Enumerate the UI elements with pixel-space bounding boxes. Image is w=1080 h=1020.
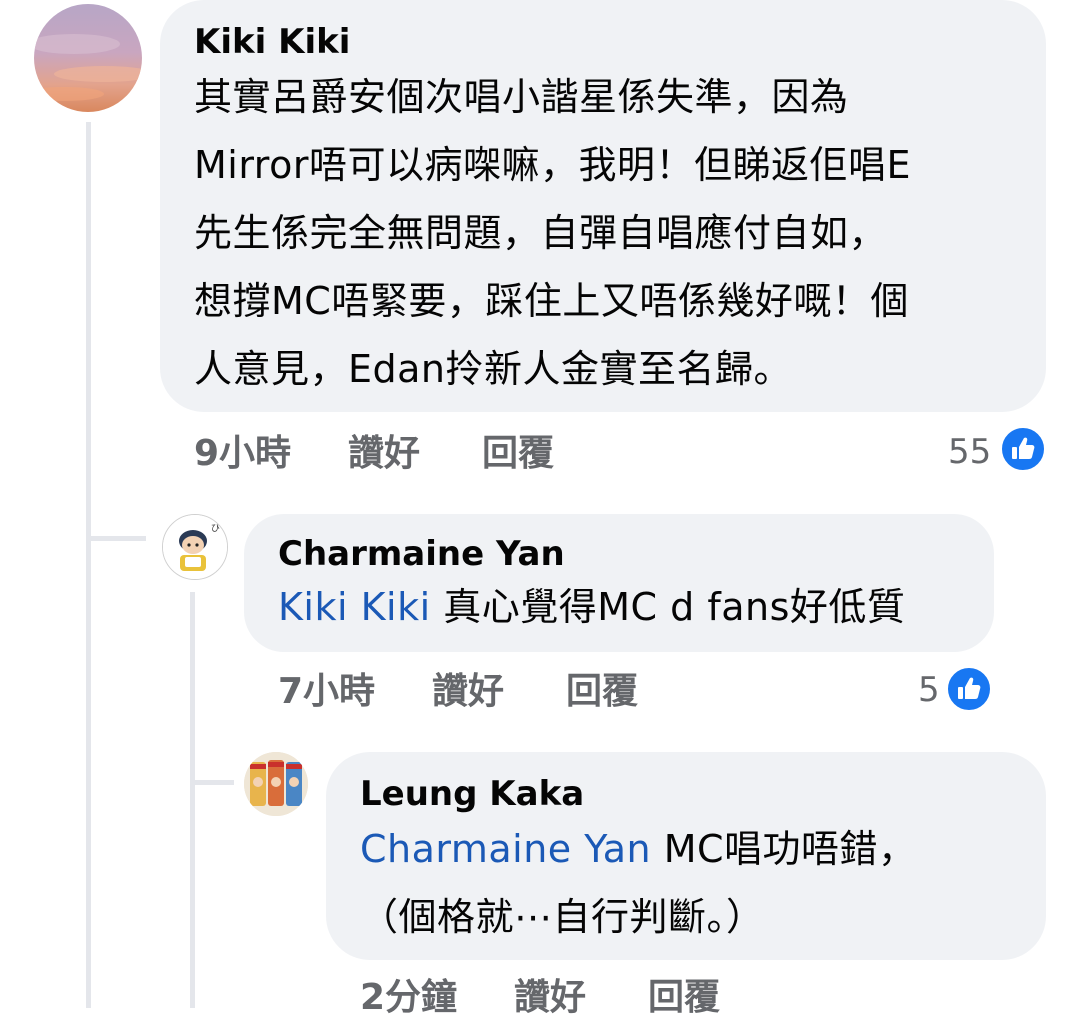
comment-author[interactable]: Leung Kaka	[360, 774, 584, 814]
comment-timestamp[interactable]: 2分鐘	[360, 976, 457, 1020]
comment-text-line: 其實呂爵安個次唱小諧星係失準，因為	[194, 75, 849, 119]
thread-line-main	[86, 122, 91, 1008]
reply-button[interactable]: 回覆	[566, 670, 638, 714]
thread-line-sub	[190, 592, 195, 1008]
thread-line-branch-2	[190, 780, 234, 785]
comment-text-line: Mirror唔可以病㗎嘛，我明！但睇返佢唱E	[194, 143, 911, 187]
svg-text:ぴ: ぴ	[211, 523, 220, 534]
comment-author[interactable]: Charmaine Yan	[278, 534, 565, 574]
like-button[interactable]: 讚好	[432, 670, 504, 714]
comment-timestamp[interactable]: 9小時	[194, 432, 291, 476]
avatar[interactable]	[34, 4, 142, 112]
comment-timestamp[interactable]: 7小時	[278, 670, 375, 714]
mention-link[interactable]: Kiki Kiki	[278, 585, 431, 629]
comment-text: MC唱功唔錯，	[651, 827, 917, 871]
comment-text-line: Charmaine Yan MC唱功唔錯，	[360, 826, 917, 872]
comment-text-line: 先生係完全無問題，自彈自唱應付自如，	[194, 211, 888, 255]
reply-button[interactable]: 回覆	[482, 432, 554, 476]
comment-text: 真心覺得MC d fans好低質	[430, 585, 906, 629]
reaction-count[interactable]: 5	[918, 670, 940, 710]
mention-link[interactable]: Charmaine Yan	[360, 827, 651, 871]
comment-author[interactable]: Kiki Kiki	[194, 22, 350, 62]
comment-text-line: Kiki Kiki 真心覺得MC d fans好低質	[278, 584, 905, 630]
thread-line-branch-1	[86, 536, 146, 541]
like-reaction-icon[interactable]	[1000, 426, 1046, 472]
reaction-count[interactable]: 55	[948, 432, 991, 472]
comment-text-line: 想撐MC唔緊要，踩住上又唔係幾好嘅！個	[194, 279, 909, 323]
avatar[interactable]	[244, 752, 308, 816]
comment-text-line: 人意見，Edan拎新人金實至名歸。	[194, 347, 793, 391]
comment-text-line: （個格就⋯自行判斷。）	[360, 895, 765, 939]
like-reaction-icon[interactable]	[946, 666, 992, 712]
like-button[interactable]: 讚好	[514, 976, 586, 1020]
avatar[interactable]: ぴ	[162, 514, 228, 580]
like-button[interactable]: 讚好	[348, 432, 420, 476]
reply-button[interactable]: 回覆	[648, 976, 720, 1020]
